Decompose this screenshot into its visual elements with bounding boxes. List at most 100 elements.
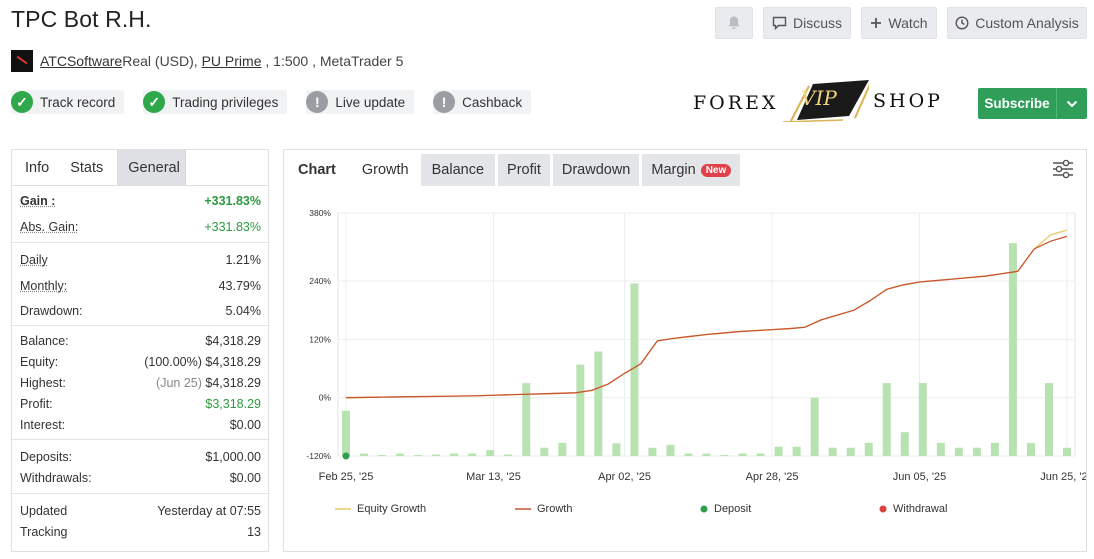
- growth-bar: [558, 442, 567, 456]
- growth-bar: [1026, 442, 1035, 456]
- growth-bar: [594, 351, 603, 456]
- stat-label: Tracking: [20, 524, 68, 539]
- watch-label: Watch: [888, 15, 928, 31]
- stat-label: Equity:: [20, 354, 59, 369]
- stat-value-group: (100.00%) $4,318.29: [144, 355, 261, 369]
- stat-value: 5.04%: [225, 303, 261, 318]
- stat-value: $0.00: [229, 417, 261, 432]
- custom-analysis-label: Custom Analysis: [975, 15, 1079, 31]
- stat-row-interest: Interest: $0.00: [20, 414, 261, 435]
- stat-value: +331.83%: [204, 193, 261, 208]
- stat-row-equity: Equity: (100.00%) $4,318.29: [20, 351, 261, 372]
- ad-text-left: FOREX: [693, 92, 779, 114]
- custom-analysis-button[interactable]: Custom Analysis: [947, 7, 1087, 39]
- chevron-down-icon[interactable]: [1057, 100, 1087, 108]
- chart-panel: Chart Growth Balance Profit Drawdown Mar…: [283, 149, 1087, 552]
- growth-bar: [918, 383, 927, 456]
- badge-cashback[interactable]: ! Cashback: [433, 90, 532, 114]
- growth-bar: [882, 383, 891, 456]
- stat-label[interactable]: Abs. Gain:: [20, 220, 78, 234]
- growth-bar: [666, 444, 675, 456]
- badge-track-record[interactable]: ✓ Track record: [11, 90, 125, 114]
- exclamation-icon: !: [433, 91, 456, 113]
- stat-row-profit: Profit: $3,318.29: [20, 393, 261, 414]
- growth-chart: 380% 240% 120% 0% -120% Feb 25, '25 Mar 13, '2…: [306, 208, 1086, 483]
- stat-label: Withdrawals:: [20, 470, 92, 485]
- subscribe-button[interactable]: Subscribe: [978, 88, 1087, 119]
- x-tick-label: Mar 13, '25: [466, 471, 521, 483]
- stat-value: 43.79%: [218, 278, 261, 293]
- stat-label: Drawdown:: [20, 303, 83, 318]
- stat-value: $3,318.29: [205, 396, 261, 411]
- growth-bar: [468, 453, 477, 456]
- divider: [12, 242, 268, 243]
- growth-bar: [342, 410, 350, 456]
- growth-bar: [360, 453, 369, 456]
- divider: [12, 493, 268, 494]
- badge-live-update[interactable]: ! Live update: [306, 90, 415, 114]
- y-tick-label: -120%: [306, 451, 331, 461]
- growth-bar: [792, 446, 801, 456]
- growth-bar: [828, 447, 837, 456]
- growth-bar: [810, 397, 819, 456]
- stat-label: Balance:: [20, 333, 69, 348]
- stat-label: Highest:: [20, 375, 66, 390]
- equity-growth-line: [345, 229, 1068, 399]
- broker-link[interactable]: PU Prime: [202, 53, 262, 69]
- stat-row-drawdown: Drawdown: 5.04%: [20, 298, 261, 323]
- growth-bar: [774, 446, 783, 456]
- notification-button[interactable]: [715, 7, 753, 39]
- x-tick-label: Apr 28, '25: [746, 471, 799, 483]
- y-tick-label: 0%: [319, 393, 332, 403]
- check-icon: ✓: [143, 91, 166, 113]
- tab-general[interactable]: General: [117, 150, 187, 185]
- divider: [12, 439, 268, 440]
- stats-list: Gain : +331.83% Abs. Gain: +331.83% Dail…: [12, 187, 268, 542]
- legend-growth[interactable]: Growth: [515, 503, 572, 515]
- account-type: Real (USD),: [122, 53, 202, 69]
- y-tick-label: 120%: [309, 334, 331, 344]
- stat-label: Deposits:: [20, 449, 73, 464]
- stat-row-balance: Balance: $4,318.29: [20, 330, 261, 351]
- growth-bar: [738, 453, 747, 456]
- stat-value: $0.00: [229, 470, 261, 485]
- growth-bar: [900, 432, 909, 456]
- ad-text-mid: VIP: [801, 86, 837, 110]
- tab-info[interactable]: Info: [12, 150, 59, 185]
- deposit-marker: [342, 452, 350, 460]
- growth-bar: [720, 455, 729, 456]
- growth-bar: [1044, 383, 1053, 456]
- stat-label[interactable]: Daily: [20, 253, 48, 267]
- legend-label: Equity Growth: [357, 503, 427, 515]
- stat-row-abs-gain: Abs. Gain: +331.83%: [20, 214, 261, 239]
- legend-deposit[interactable]: Deposit: [700, 503, 751, 515]
- stat-label[interactable]: Monthly:: [20, 279, 67, 293]
- growth-line: [345, 235, 1068, 399]
- equity-value: $4,318.29: [205, 354, 261, 369]
- legend-equity-growth[interactable]: Equity Growth: [335, 503, 426, 515]
- stat-row-tracking: Tracking 13: [20, 521, 261, 542]
- discuss-button[interactable]: Discuss: [763, 7, 851, 39]
- author-avatar: [11, 50, 33, 72]
- growth-bar: [378, 455, 387, 456]
- stat-value: +331.83%: [204, 219, 261, 234]
- legend-withdrawal[interactable]: Withdrawal: [879, 503, 947, 515]
- author-link[interactable]: ATCSoftware: [40, 53, 122, 69]
- watch-button[interactable]: Watch: [861, 7, 937, 39]
- growth-bar: [396, 453, 405, 456]
- y-tick-label: 240%: [309, 276, 331, 286]
- growth-bar: [432, 454, 441, 456]
- ad-text-right: SHOP: [873, 90, 943, 112]
- growth-bar: [756, 453, 765, 456]
- growth-bar: [504, 454, 513, 456]
- plus-icon: [871, 18, 882, 28]
- stat-label[interactable]: Gain :: [20, 194, 55, 208]
- stat-label: Interest:: [20, 417, 66, 432]
- forex-vip-shop-ad[interactable]: FOREX VIP SHOP: [693, 70, 943, 132]
- badge-label: Live update: [335, 94, 406, 110]
- growth-bar: [702, 453, 711, 456]
- tab-stats[interactable]: Stats: [59, 150, 114, 185]
- badge-trading-privileges[interactable]: ✓ Trading privileges: [143, 90, 288, 114]
- x-tick-label: Feb 25, '25: [319, 471, 374, 483]
- page-title: TPC Bot R.H.: [11, 6, 152, 32]
